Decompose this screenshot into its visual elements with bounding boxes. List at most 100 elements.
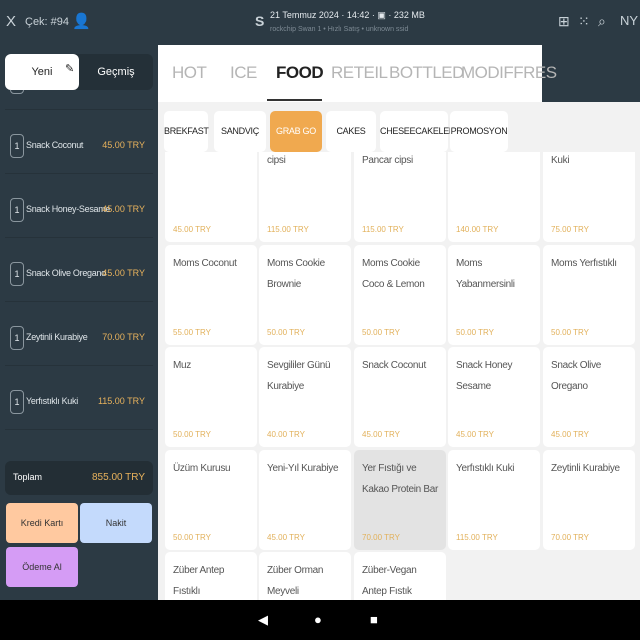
subtab-item[interactable]: BREKFAST (164, 111, 209, 152)
android-nav-bar: ◀ ● ■ (0, 600, 640, 640)
category-tabs: HOT ICE FOOD RETEIL BOTTLED MODIFFRES (158, 45, 557, 102)
product-name: Kurutulmuş Pancar cipsi (362, 155, 413, 166)
back-icon[interactable]: ◀ (258, 612, 268, 628)
quantity-badge[interactable]: 1 (10, 262, 24, 286)
product-card[interactable]: Meyve Salatası140.00 TRY (448, 152, 540, 242)
item-name: Yerfıstıklı Kuki (26, 396, 78, 406)
product-card[interactable]: Snack Coconut 45.00 TRY (354, 347, 446, 447)
item-name: Snack Coconut (26, 140, 84, 150)
product-name: Sevgililer Günü Kurabiye (267, 360, 331, 392)
cart-item[interactable]: 1 Snack Honey-Sesame 45.00 TRY (5, 182, 153, 238)
pay-button[interactable]: Ödeme Al (6, 547, 78, 587)
quantity-badge[interactable]: 1 (10, 134, 24, 158)
total-row: Toplam 855.00 TRY (5, 461, 153, 495)
check-number[interactable]: Çek: #94 (25, 16, 69, 28)
product-card[interactable]: Üzüm Kurusu 50.00 TRY (165, 449, 257, 550)
product-card[interactable]: Snack Honey Sesame 45.00 TRY (448, 347, 540, 447)
product-price: 70.00 TRY (551, 532, 589, 542)
tab-hot[interactable]: HOT (172, 63, 207, 83)
brand-logo-icon: S (255, 13, 265, 29)
product-price: 115.00 TRY (362, 225, 404, 234)
quantity-badge[interactable]: 1 (10, 198, 24, 222)
product-card[interactable]: Züber-Vegan Antep Fıstık Ezmeli (354, 552, 446, 600)
cash-button[interactable]: Nakit (80, 503, 152, 543)
product-card[interactable]: Moms Cookie Brownie 50.00 TRY (259, 244, 351, 345)
product-name: Snack Coconut (362, 360, 426, 371)
product-card[interactable]: Kurutulmuş Kale cipsi 115.00 TRY (259, 152, 351, 242)
product-name: Snack Honey Sesame (456, 360, 513, 392)
recent-apps-icon[interactable]: ■ (370, 612, 378, 627)
subtab-item[interactable]: SANDVIÇ (214, 111, 266, 152)
product-grid[interactable]: Kestane şekeri45.00 TRYKurutulmuş Kale c… (158, 152, 640, 600)
product-price: 115.00 TRY (456, 532, 498, 542)
cart-item[interactable]: 1 Snack Olive Oregano 45.00 TRY (5, 246, 153, 302)
tab-bottled[interactable]: BOTTLED (389, 63, 464, 83)
item-price: 45.00 TRY (102, 268, 145, 278)
cart-item[interactable]: 1 Snack Coconut 45.00 TRY (5, 118, 153, 174)
order-panel: Yeni ✎ Geçmiş 1Sevgililer Günü Kurabiye4… (0, 45, 156, 600)
product-name: Züber Antep Fıstıklı (173, 565, 225, 597)
product-name: Moms Cookie Coco & Lemon (362, 257, 425, 290)
pencil-icon[interactable]: ✎ (65, 62, 79, 82)
product-price: 55.00 TRY (173, 327, 211, 337)
cart-item[interactable]: 1 Zeytinli Kurabiye 70.00 TRY (5, 310, 153, 366)
search-icon[interactable]: ⌕ (598, 13, 606, 30)
product-card[interactable]: Züber Orman Meyveli (259, 552, 351, 600)
product-name: Snack Olive Oregano (551, 360, 602, 392)
product-price: 45.00 TRY (362, 430, 400, 439)
person-add-icon[interactable]: 👤 (72, 12, 91, 30)
product-card[interactable]: Moms Yerfıstıklı 50.00 TRY (543, 244, 635, 345)
product-card[interactable]: Züber Antep Fıstıklı (165, 552, 257, 600)
tab-reteil[interactable]: RETEIL (331, 63, 388, 83)
product-card[interactable]: Mini Red Velvet Kuki 75.00 TRY (543, 152, 635, 242)
cart-list[interactable]: 1Sevgililer Günü Kurabiye40.00 TRY1Snack… (5, 90, 153, 475)
product-price: 45.00 TRY (267, 532, 305, 542)
product-card[interactable]: Kurutulmuş Pancar cipsi 115.00 TRY (354, 152, 446, 242)
device-status: rockchip Swan 1 • Hızlı Satış • unknown … (270, 26, 409, 33)
quantity-badge[interactable]: 1 (10, 390, 24, 414)
item-price: 45.00 TRY (102, 204, 145, 214)
subtab-item[interactable]: CHESEECAKELER (380, 111, 455, 152)
cart-item[interactable]: 1 Yerfıstıklı Kuki 115.00 TRY (5, 374, 153, 430)
product-name: Yer Fıstığı ve Kakao Protein Bar (362, 462, 439, 495)
product-name: Moms Cookie Brownie (267, 257, 325, 290)
product-card[interactable]: Zeytinli Kurabiye 70.00 TRY (543, 449, 635, 550)
tab-ice[interactable]: ICE (230, 63, 257, 83)
quantity-badge[interactable]: 1 (10, 90, 24, 94)
add-order-icon[interactable]: ⊞ (558, 13, 570, 30)
tab-history[interactable]: Geçmiş (79, 54, 153, 90)
product-price: 45.00 TRY (551, 430, 589, 439)
close-icon[interactable]: X (6, 13, 16, 30)
tab-food[interactable]: FOOD (276, 63, 324, 83)
subtab-item[interactable]: PROMOSYON (450, 111, 508, 152)
product-price: 140.00 TRY (456, 225, 499, 234)
product-card[interactable]: Kestane şekeri45.00 TRY (165, 152, 257, 242)
grid-icon[interactable]: ⁙ (578, 13, 590, 30)
tab-modiffres[interactable]: MODIFFRES (461, 63, 557, 83)
product-card[interactable]: Yeni-Yıl Kurabiye 45.00 TRY (259, 449, 351, 550)
product-card[interactable]: Sevgililer Günü Kurabiye 40.00 TRY (259, 347, 351, 447)
product-card[interactable]: Moms Coconut 55.00 TRY (165, 244, 257, 345)
product-card[interactable]: Snack Olive Oregano 45.00 TRY (543, 347, 635, 447)
product-card[interactable]: Yerfıstıklı Kuki 115.00 TRY (448, 449, 540, 550)
subtab-item[interactable]: GRAB GO (270, 111, 322, 152)
credit-card-button[interactable]: Kredi Kartı (6, 503, 78, 543)
product-name: Moms Yerfıstıklı (551, 257, 617, 269)
subtab-item[interactable]: CAKES (326, 111, 376, 152)
product-price: 45.00 TRY (173, 225, 211, 234)
total-value: 855.00 TRY (91, 472, 145, 483)
quantity-badge[interactable]: 1 (10, 326, 24, 350)
cart-item[interactable]: 1Sevgililer Günü Kurabiye40.00 TRY (5, 90, 153, 110)
product-card[interactable]: Yer Fıstığı ve Kakao Protein Bar 70.00 TR… (354, 449, 446, 550)
total-label: Toplam (13, 472, 43, 482)
product-card[interactable]: Muz 50.00 TRY (165, 347, 257, 447)
product-name: Züber-Vegan Antep Fıstık Ezmeli (362, 565, 417, 597)
product-card[interactable]: Moms Yabanmersinli 50.00 TRY (448, 244, 540, 345)
item-name: Zeytinli Kurabiye (26, 332, 88, 342)
user-initials[interactable]: NY (620, 13, 638, 28)
item-price: 45.00 TRY (102, 140, 145, 150)
product-card[interactable]: Moms Cookie Coco & Lemon 50.00 TRY (354, 244, 446, 345)
product-price: 50.00 TRY (456, 327, 494, 337)
product-price: 40.00 TRY (267, 430, 305, 439)
home-icon[interactable]: ● (314, 612, 322, 627)
